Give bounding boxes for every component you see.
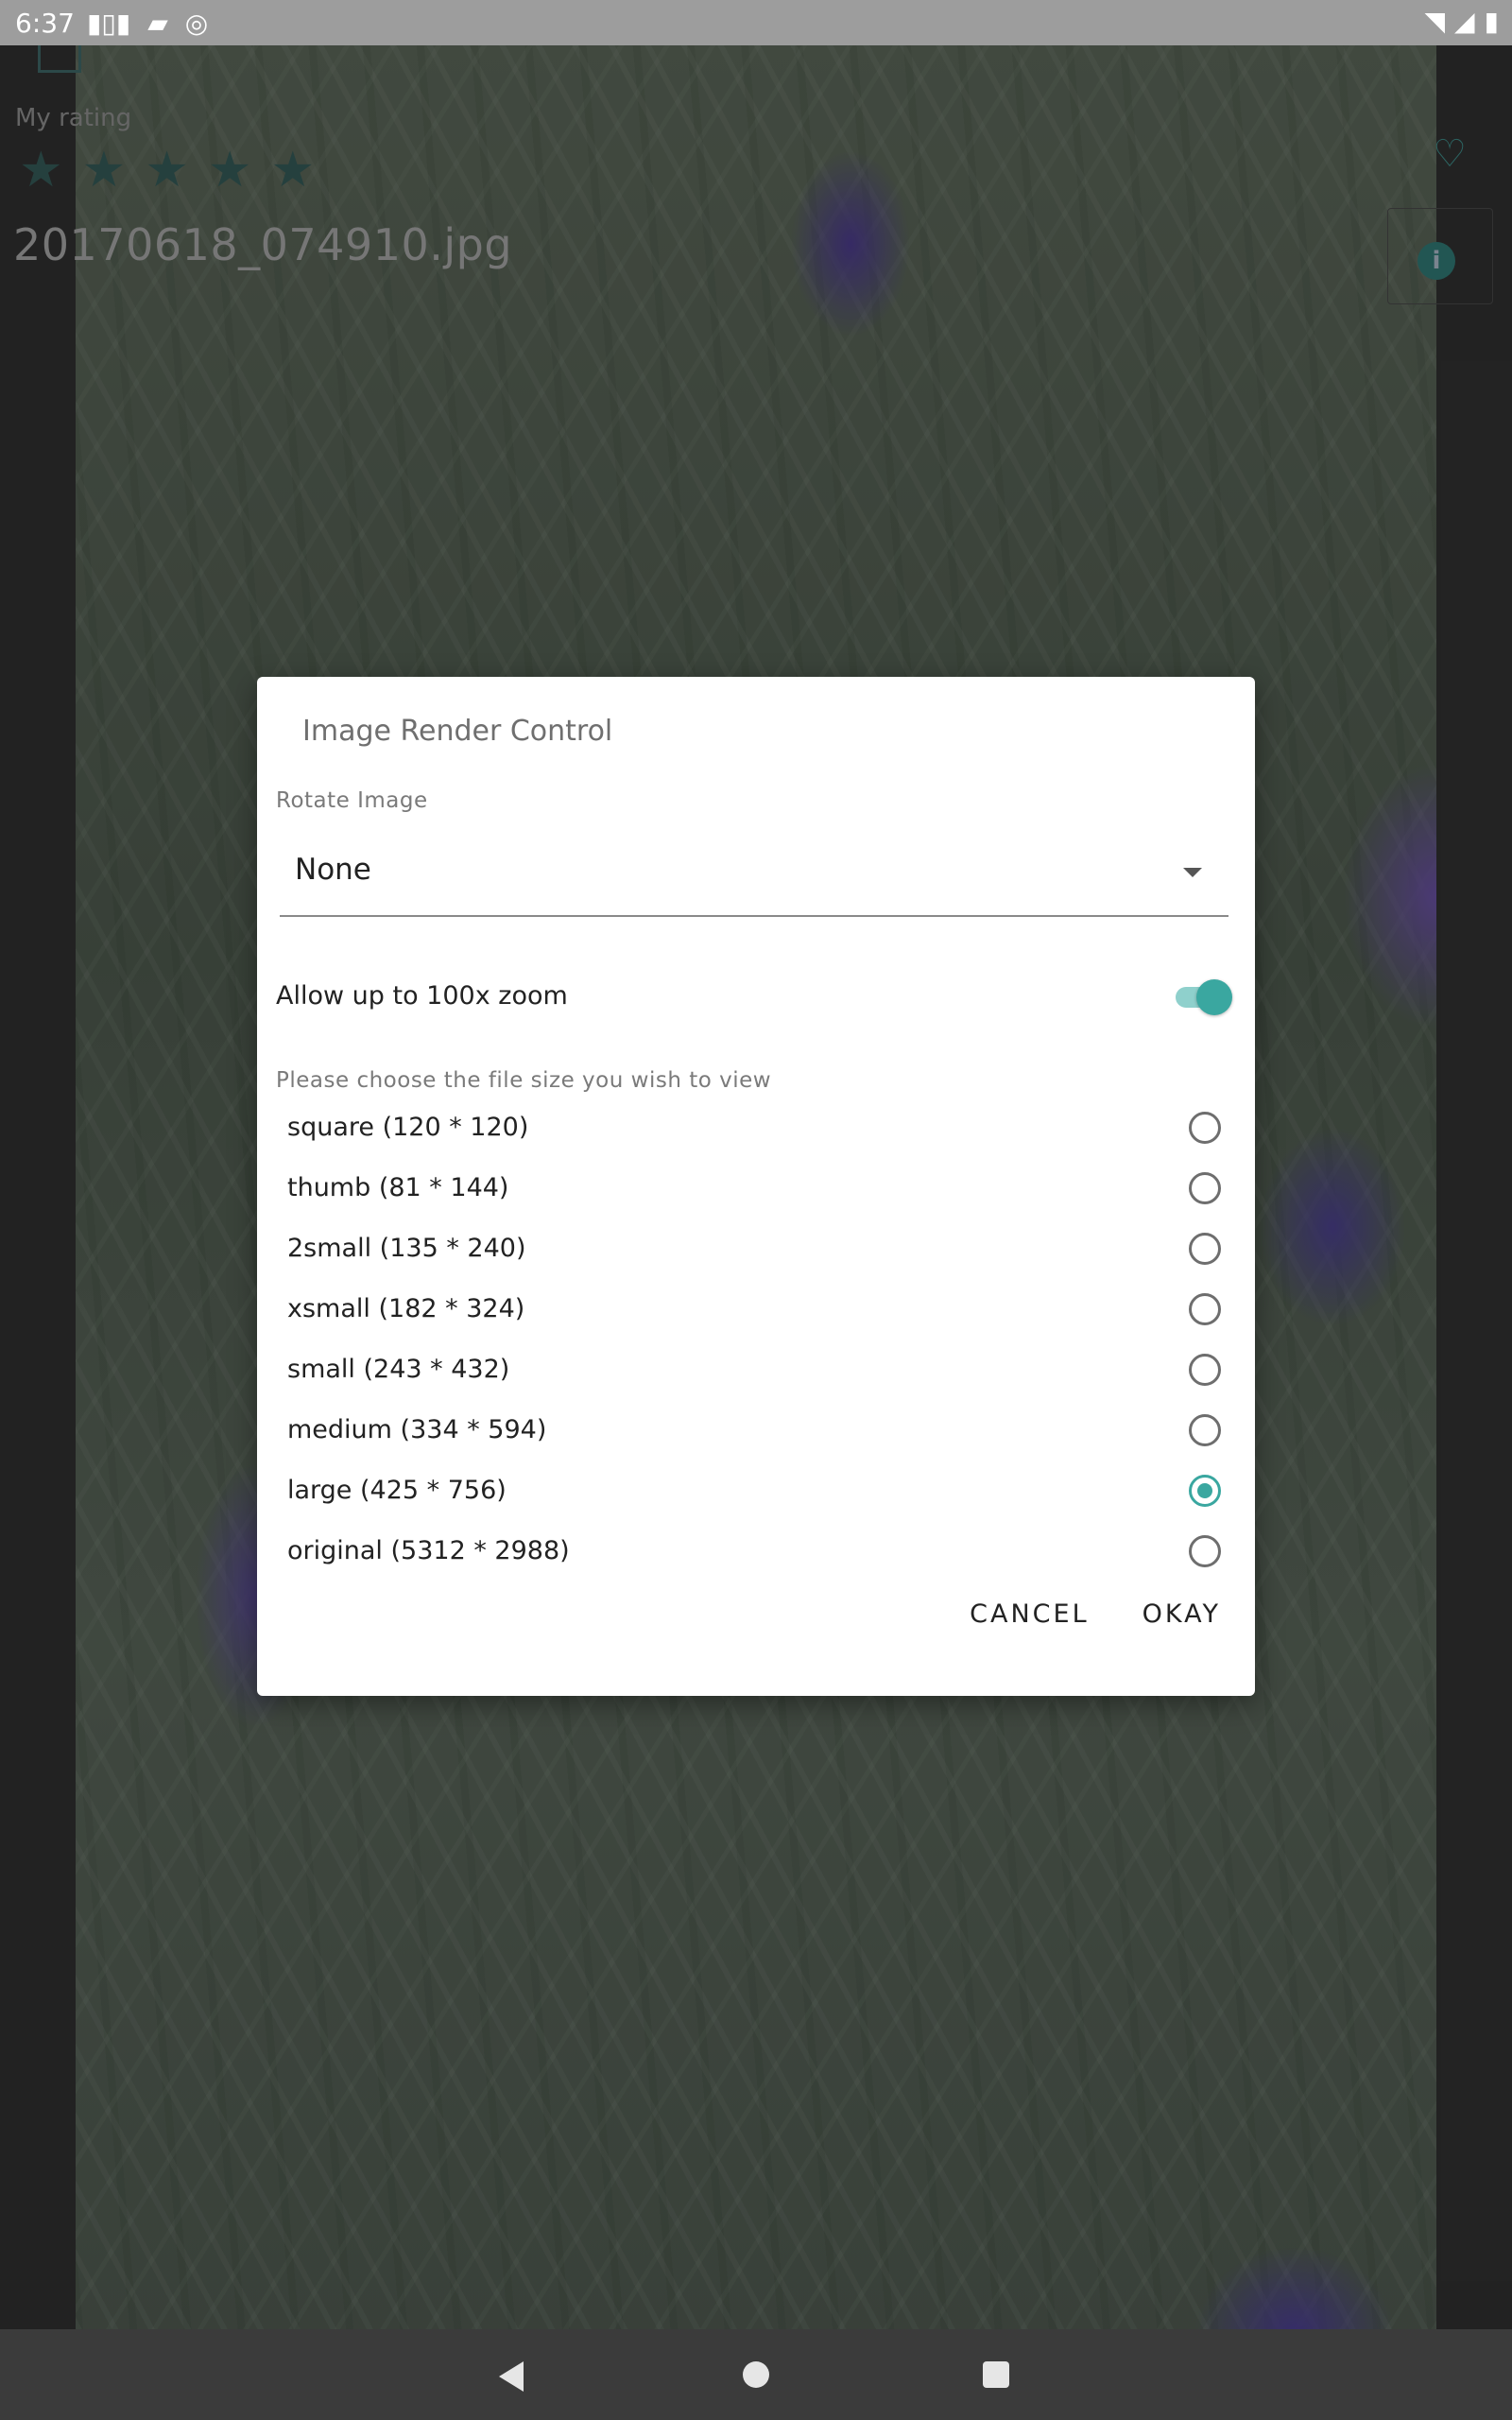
radio-button[interactable] bbox=[1189, 1172, 1221, 1204]
dialog-title: Image Render Control bbox=[302, 715, 613, 748]
image-render-dialog: Image Render Control Rotate Image None A… bbox=[257, 677, 1255, 1696]
status-icons-left: ▮▯▮ ▰ ◎ bbox=[87, 8, 208, 39]
file-size-option-2small[interactable]: 2small (135 * 240) bbox=[257, 1221, 1255, 1282]
radio-button[interactable] bbox=[1189, 1293, 1221, 1325]
radio-button[interactable] bbox=[1189, 1354, 1221, 1386]
option-label: xsmall (182 * 324) bbox=[287, 1294, 525, 1323]
wifi-icon: ◥ bbox=[1424, 6, 1446, 37]
file-size-option-large[interactable]: large (425 * 756) bbox=[257, 1463, 1255, 1524]
file-size-options: square (120 * 120) thumb (81 * 144) 2sma… bbox=[257, 1100, 1255, 1584]
radio-button-selected[interactable] bbox=[1189, 1475, 1221, 1507]
file-size-option-small[interactable]: small (243 * 432) bbox=[257, 1342, 1255, 1403]
rotate-image-value: None bbox=[295, 853, 371, 887]
file-size-label: Please choose the file size you wish to … bbox=[276, 1068, 772, 1093]
option-label: original (5312 * 2988) bbox=[287, 1536, 570, 1565]
option-label: small (243 * 432) bbox=[287, 1355, 510, 1384]
option-label: square (120 * 120) bbox=[287, 1113, 529, 1142]
battery-icon: ▮ bbox=[1484, 6, 1499, 37]
file-size-option-square[interactable]: square (120 * 120) bbox=[257, 1100, 1255, 1161]
sd-card-icon: ▰ bbox=[147, 8, 168, 39]
radio-button[interactable] bbox=[1189, 1233, 1221, 1265]
option-label: medium (334 * 594) bbox=[287, 1415, 547, 1444]
home-icon[interactable] bbox=[743, 2361, 769, 2388]
back-icon[interactable] bbox=[499, 2361, 524, 2392]
cancel-button[interactable]: CANCEL bbox=[970, 1599, 1089, 1629]
file-size-option-medium[interactable]: medium (334 * 594) bbox=[257, 1403, 1255, 1463]
dropdown-arrow-icon bbox=[1183, 868, 1202, 877]
status-time: 6:37 bbox=[15, 8, 75, 39]
file-size-option-original[interactable]: original (5312 * 2988) bbox=[257, 1524, 1255, 1584]
rotate-image-select[interactable]: None bbox=[280, 832, 1228, 917]
zoom-toggle[interactable] bbox=[1170, 977, 1232, 1015]
navigation-bar bbox=[0, 2329, 1512, 2420]
dialog-actions: CANCEL OKAY bbox=[970, 1599, 1221, 1629]
option-label: thumb (81 * 144) bbox=[287, 1173, 509, 1202]
zoom-toggle-thumb bbox=[1196, 979, 1232, 1015]
radio-button[interactable] bbox=[1189, 1112, 1221, 1144]
radio-button[interactable] bbox=[1189, 1535, 1221, 1567]
status-bar: 6:37 ▮▯▮ ▰ ◎ ◥ ◢ ▮ bbox=[0, 0, 1512, 45]
option-label: large (425 * 756) bbox=[287, 1476, 507, 1505]
zoom-label: Allow up to 100x zoom bbox=[276, 981, 568, 1011]
circle-status-icon: ◎ bbox=[184, 8, 209, 39]
rotate-image-label: Rotate Image bbox=[276, 788, 428, 813]
cell-signal-icon: ◢ bbox=[1454, 6, 1475, 37]
okay-button[interactable]: OKAY bbox=[1143, 1599, 1221, 1629]
file-size-option-thumb[interactable]: thumb (81 * 144) bbox=[257, 1161, 1255, 1221]
recents-icon[interactable] bbox=[983, 2361, 1009, 2388]
file-size-option-xsmall[interactable]: xsmall (182 * 324) bbox=[257, 1282, 1255, 1342]
signal-bars-icon: ▮▯▮ bbox=[87, 8, 131, 39]
radio-button[interactable] bbox=[1189, 1414, 1221, 1446]
status-icons-right: ◥ ◢ ▮ bbox=[1424, 6, 1499, 37]
option-label: 2small (135 * 240) bbox=[287, 1234, 526, 1263]
